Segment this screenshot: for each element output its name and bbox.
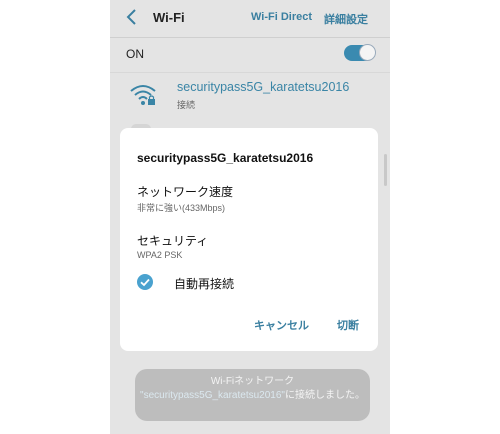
security-label: セキュリティ xyxy=(137,234,209,248)
master-switch-label: ON xyxy=(126,47,144,61)
divider xyxy=(110,37,390,38)
disconnect-button[interactable]: 切断 xyxy=(337,317,359,333)
wifi-direct-button[interactable]: Wi-Fi Direct xyxy=(251,11,312,23)
auto-reconnect-label: 自動再接続 xyxy=(174,277,235,291)
network-name: securitypass5G_karatetsu2016 xyxy=(177,80,350,94)
advanced-settings-button[interactable]: 詳細設定 xyxy=(324,11,368,27)
dialog-title: securitypass5G_karatetsu2016 xyxy=(137,151,314,165)
connection-toast: Wi-Fiネットワーク "securitypass5G_karatetsu201… xyxy=(135,369,370,421)
wifi-toggle[interactable] xyxy=(344,44,376,61)
network-details-dialog: securitypass5G_karatetsu2016 ネットワーク速度 非常… xyxy=(120,128,378,351)
page-title: Wi-Fi xyxy=(153,10,185,25)
toast-network-name: "securitypass5G_karatetsu2016" xyxy=(140,390,285,401)
divider xyxy=(110,72,390,73)
toggle-knob xyxy=(359,44,376,61)
checkmark-icon xyxy=(140,278,150,287)
network-speed-label: ネットワーク速度 xyxy=(137,185,234,199)
cancel-button[interactable]: キャンセル xyxy=(254,317,309,333)
toast-suffix: に接続しました。 xyxy=(284,390,365,401)
security-value: WPA2 PSK xyxy=(137,250,183,260)
scrollbar xyxy=(384,154,387,186)
back-arrow-icon[interactable] xyxy=(122,7,142,27)
toast-prefix: Wi-Fiネットワーク xyxy=(210,376,295,387)
network-status: 接続 xyxy=(177,100,196,110)
app-bar: Wi-Fi Wi-Fi Direct 詳細設定 xyxy=(110,0,390,36)
wifi-lock-icon xyxy=(128,82,158,108)
network-speed-value: 非常に強い(433Mbps) xyxy=(137,203,226,213)
wifi-settings-screen: Wi-Fi Wi-Fi Direct 詳細設定 ON securitypass5… xyxy=(110,0,390,434)
auto-reconnect-checkbox[interactable] xyxy=(137,274,153,290)
